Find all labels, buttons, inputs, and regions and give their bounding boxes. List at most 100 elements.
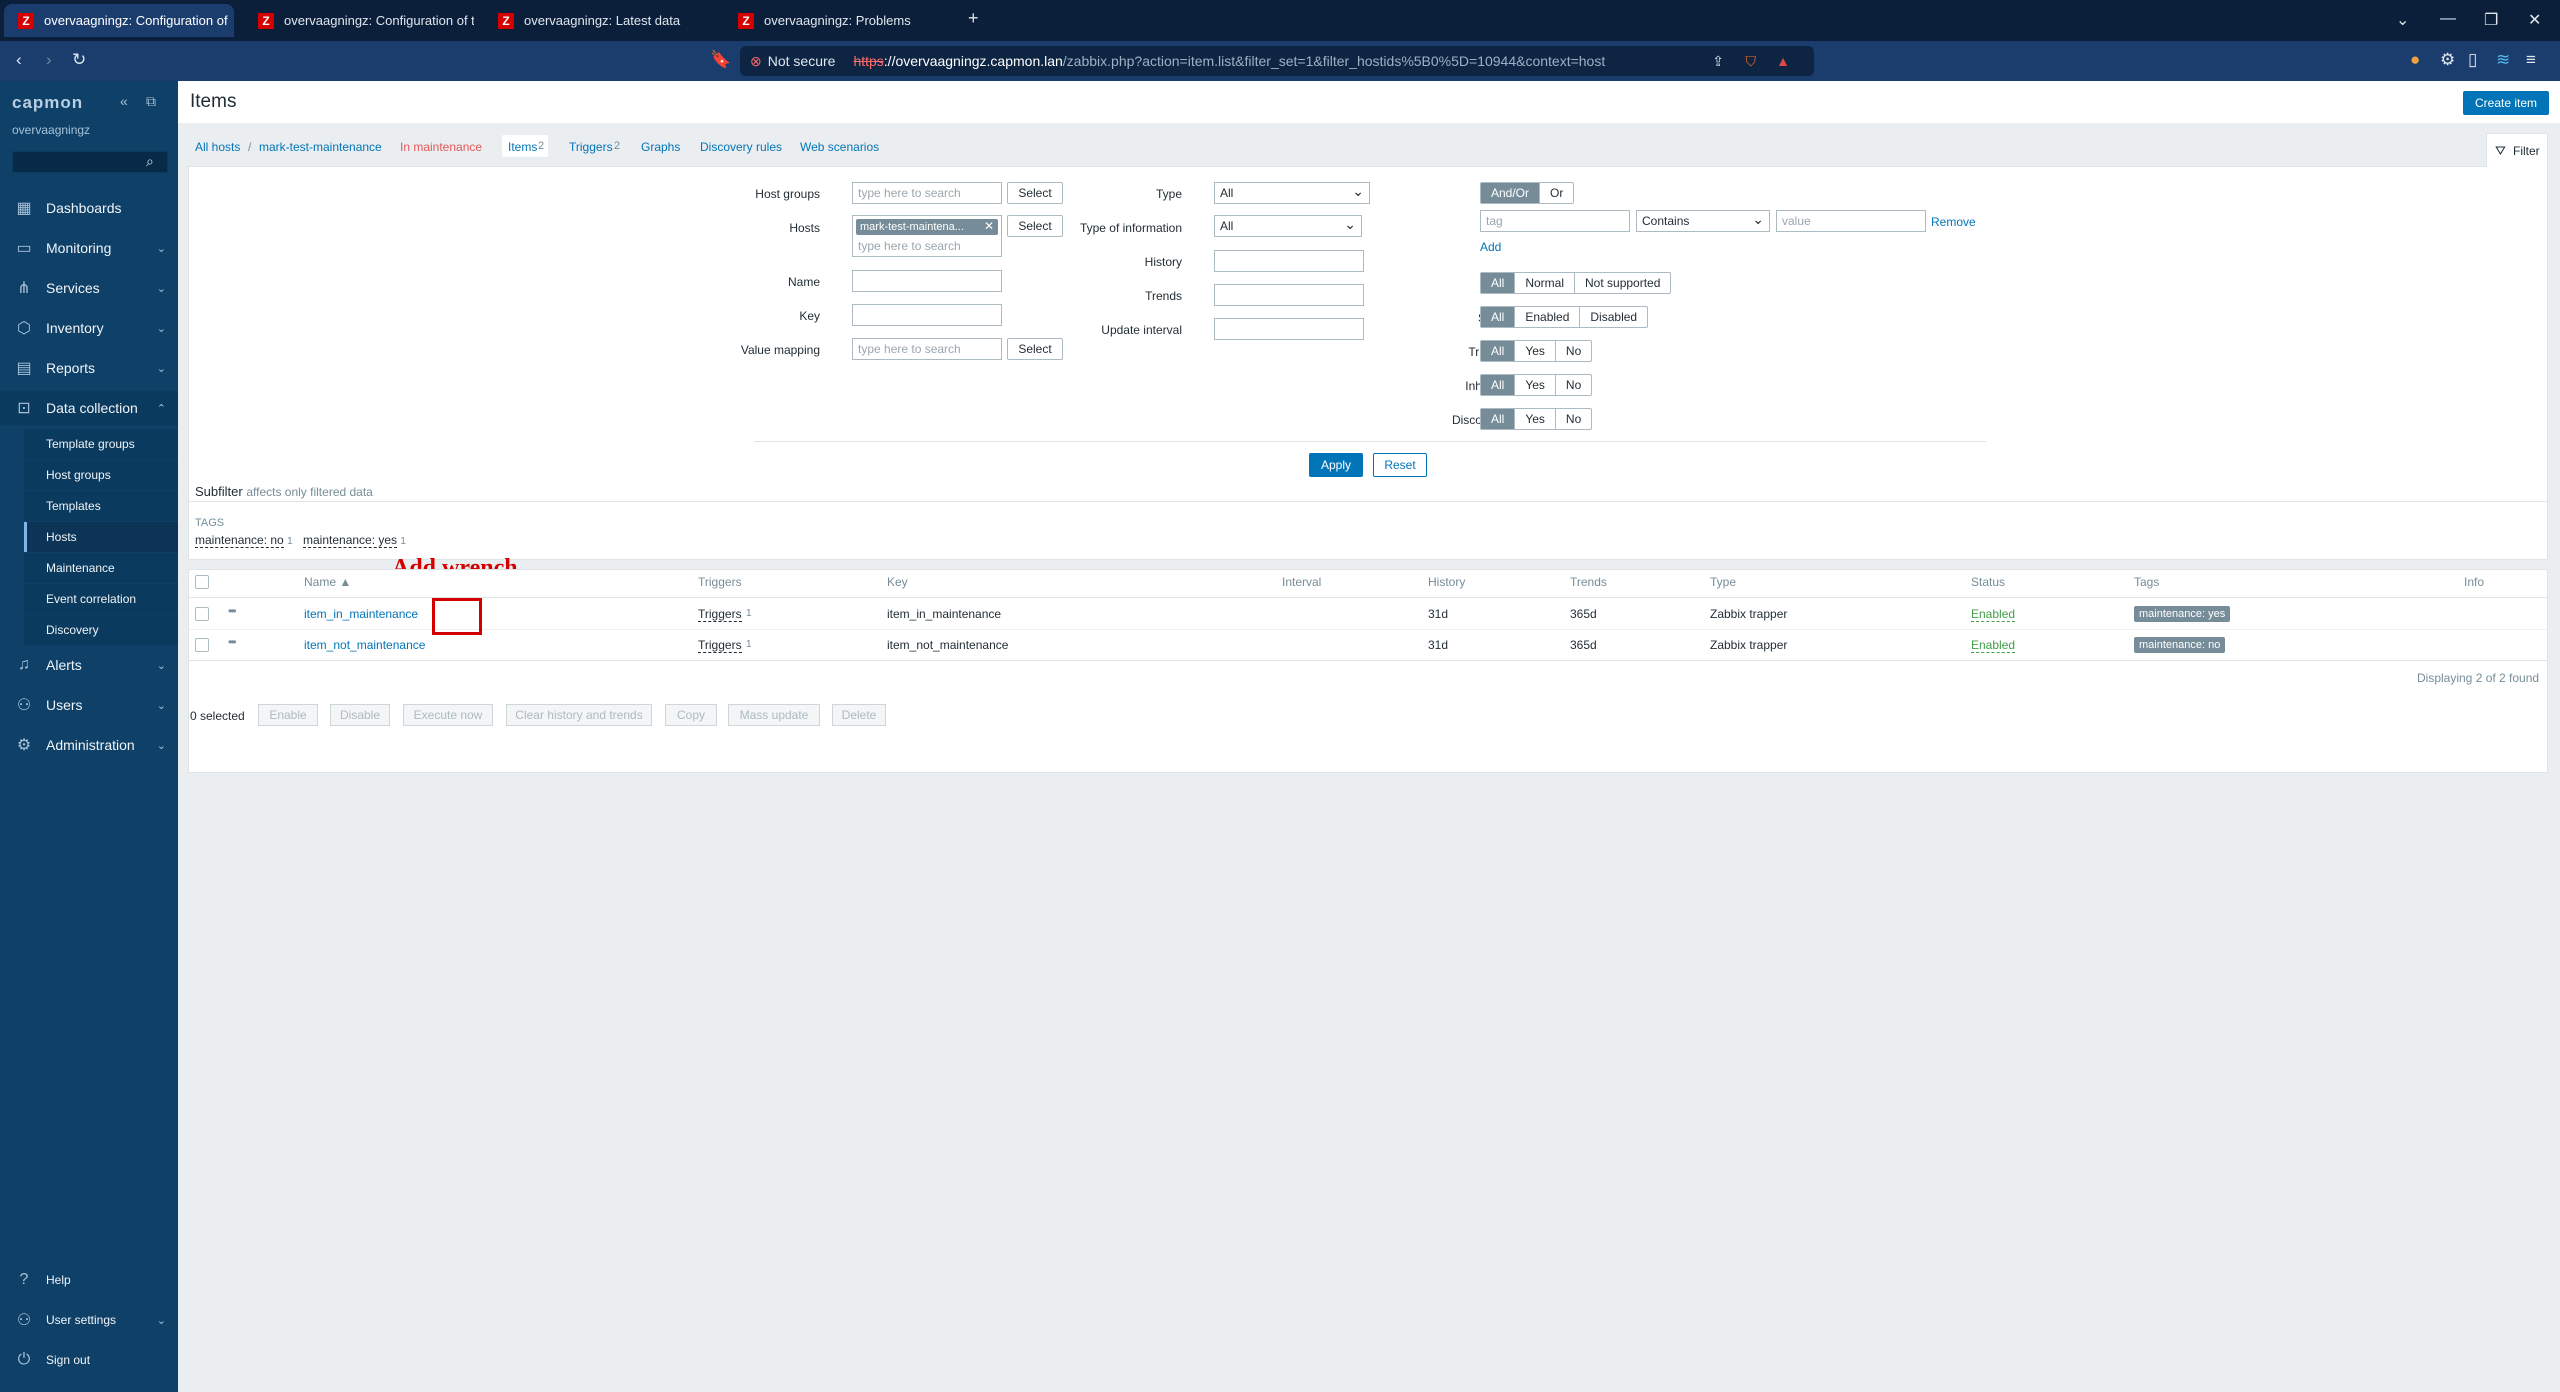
item-status[interactable]: Enabled (1971, 607, 2016, 622)
select-all-checkbox[interactable] (195, 575, 209, 589)
item-triggers-link[interactable]: Triggers (698, 638, 742, 653)
hosts-multiselect[interactable]: mark-test-maintena... ✕ type here to sea… (852, 215, 1002, 257)
item-triggers-link[interactable]: Triggers (698, 607, 742, 622)
sidebar-item-administration[interactable]: ⚙ Administration ⌄ (0, 728, 178, 762)
share-icon[interactable]: ⇪ (1712, 53, 1724, 70)
address-bar[interactable]: ⊗ Not secure https ://overvaagningz.capm… (740, 46, 1814, 76)
create-item-button[interactable]: Create item (2463, 91, 2549, 115)
column-header-type[interactable]: Type (1710, 575, 1736, 589)
sidebar-subitem-host-groups[interactable]: Host groups (24, 460, 178, 490)
status-toggle[interactable]: All Enabled Disabled (1480, 306, 1649, 328)
or-option[interactable]: Or (1540, 183, 1573, 203)
state-toggle[interactable]: All Normal Not supported (1480, 272, 1672, 294)
type-select[interactable]: All (1214, 182, 1370, 204)
row-menu-icon[interactable]: ••• (228, 635, 236, 649)
inherited-toggle[interactable]: All Yes No (1480, 374, 1593, 396)
status-all-option[interactable]: All (1481, 307, 1516, 327)
hosts-search-input[interactable]: type here to search (858, 239, 961, 253)
sidebar-item-inventory[interactable]: ⬡ Inventory ⌄ (0, 311, 178, 345)
row-checkbox[interactable] (195, 638, 209, 652)
sidebar-item-reports[interactable]: ▤ Reports ⌄ (0, 351, 178, 385)
breadcrumb-all-hosts[interactable]: All hosts (195, 140, 240, 154)
breadcrumb-web-scenarios[interactable]: Web scenarios (800, 140, 879, 154)
sidebar-search-input[interactable] (12, 151, 168, 173)
collapse-sidebar-icon[interactable]: « (120, 93, 128, 109)
breadcrumb-items-selected[interactable]: Items 2 (502, 135, 548, 157)
type-of-information-select[interactable]: All (1214, 215, 1362, 237)
column-header-status[interactable]: Status (1971, 575, 2005, 589)
remove-chip-icon[interactable]: ✕ (984, 219, 994, 233)
tab-configuration-triggers[interactable]: Z overvaagningz: Configuration of trig (244, 4, 474, 37)
trends-input[interactable] (1214, 284, 1364, 306)
kiosk-mode-icon[interactable]: ⧉ (146, 93, 156, 110)
state-all-option[interactable]: All (1481, 273, 1516, 293)
add-tag-link[interactable]: Add (1480, 240, 1501, 254)
tag-value-input[interactable]: value (1776, 210, 1926, 232)
column-header-history[interactable]: History (1428, 575, 1465, 589)
tab-list-chevron-icon[interactable]: ⌄ (2396, 10, 2409, 30)
sidebar-subitem-template-groups[interactable]: Template groups (24, 429, 178, 459)
state-not-supported-option[interactable]: Not supported (1575, 273, 1670, 293)
inherited-all-option[interactable]: All (1481, 375, 1516, 395)
subfilter-tag-no[interactable]: maintenance: no 1 (195, 533, 293, 548)
back-icon[interactable]: ‹ (16, 50, 22, 70)
remove-tag-link[interactable]: Remove (1931, 215, 1976, 229)
status-disabled-option[interactable]: Disabled (1580, 307, 1647, 327)
breadcrumb-discovery-rules[interactable]: Discovery rules (700, 140, 782, 154)
breadcrumb-host[interactable]: mark-test-maintenance (259, 140, 382, 154)
mass-update-button[interactable]: Mass update (728, 704, 820, 726)
tab-latest-data[interactable]: Z overvaagningz: Latest data (484, 4, 714, 37)
inherited-yes-option[interactable]: Yes (1515, 375, 1556, 395)
restore-icon[interactable]: ❐ (2484, 10, 2498, 30)
inherited-no-option[interactable]: No (1556, 375, 1591, 395)
sidebar-item-sign-out[interactable]: ⏻ Sign out (0, 1343, 178, 1377)
close-window-icon[interactable]: ✕ (2528, 10, 2541, 30)
update-interval-input[interactable] (1214, 318, 1364, 340)
sidebar-subitem-templates[interactable]: Templates (24, 491, 178, 521)
item-name-link[interactable]: item_in_maintenance (304, 607, 418, 621)
row-menu-icon[interactable]: ••• (228, 604, 236, 618)
brave-rewards-icon[interactable]: ▲ (1776, 53, 1790, 69)
tags-operator-toggle[interactable]: And/Or Or (1480, 182, 1575, 204)
state-normal-option[interactable]: Normal (1515, 273, 1576, 293)
status-enabled-option[interactable]: Enabled (1515, 307, 1581, 327)
sidebar-subitem-event-correlation[interactable]: Event correlation (24, 584, 178, 614)
triggers-all-option[interactable]: All (1481, 341, 1516, 361)
column-header-name[interactable]: Name ▲ (304, 575, 351, 589)
sidebar-item-help[interactable]: ? Help (0, 1263, 178, 1297)
sidebar-item-data-collection[interactable]: ⊡ Data collection ⌃ (0, 391, 178, 425)
value-mapping-input[interactable]: type here to search (852, 338, 1002, 360)
host-groups-input[interactable]: type here to search (852, 182, 1002, 204)
minimize-icon[interactable]: — (2440, 10, 2456, 28)
new-tab-button[interactable]: + (968, 8, 979, 29)
execute-now-button[interactable]: Execute now (403, 704, 493, 726)
apply-button[interactable]: Apply (1309, 453, 1363, 477)
sidebar-item-dashboards[interactable]: ▦ Dashboards (0, 191, 178, 225)
tab-configuration-items[interactable]: Z overvaagningz: Configuration of (4, 4, 234, 37)
browser-menu-icon[interactable]: ≡ (2526, 50, 2536, 70)
filter-tab[interactable]: ⛛ Filter (2486, 133, 2548, 167)
discovered-yes-option[interactable]: Yes (1515, 409, 1556, 429)
forward-icon[interactable]: › (46, 50, 52, 70)
hosts-select-button[interactable]: Select (1007, 215, 1063, 237)
sidebar-item-monitoring[interactable]: ▭ Monitoring ⌄ (0, 231, 178, 265)
row-checkbox[interactable] (195, 607, 209, 621)
discovered-all-option[interactable]: All (1481, 409, 1516, 429)
discovered-no-option[interactable]: No (1556, 409, 1591, 429)
brave-shield-icon[interactable]: ⛉ (1746, 53, 1757, 70)
reset-button[interactable]: Reset (1373, 453, 1427, 477)
sidebar-item-services[interactable]: ⋔ Services ⌄ (0, 271, 178, 305)
triggers-toggle[interactable]: All Yes No (1480, 340, 1593, 362)
clear-history-button[interactable]: Clear history and trends (506, 704, 652, 726)
sidebar-subitem-discovery[interactable]: Discovery (24, 615, 178, 645)
and-or-option[interactable]: And/Or (1481, 183, 1541, 203)
sidebar-item-alerts[interactable]: ♫ Alerts ⌄ (0, 648, 178, 682)
sidebar-item-users[interactable]: ⚇ Users ⌄ (0, 688, 178, 722)
column-header-trends[interactable]: Trends (1570, 575, 1607, 589)
reload-icon[interactable]: ↻ (72, 50, 86, 70)
copy-button[interactable]: Copy (665, 704, 717, 726)
vpn-icon[interactable]: ≋ (2496, 50, 2510, 70)
column-header-interval[interactable]: Interval (1282, 575, 1321, 589)
item-name-link[interactable]: item_not_maintenance (304, 638, 425, 652)
triggers-no-option[interactable]: No (1556, 341, 1591, 361)
